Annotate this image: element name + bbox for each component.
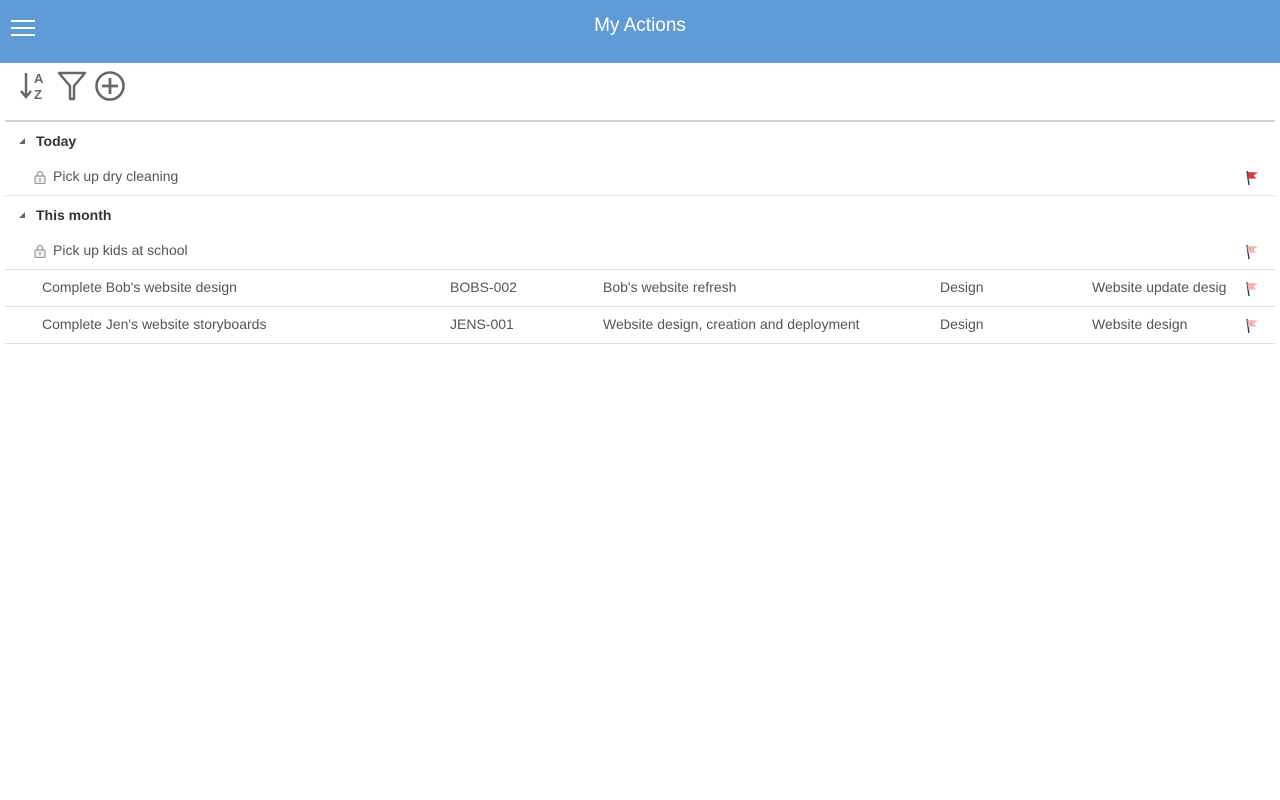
toolbar: A Z [5,63,1275,122]
table-row[interactable]: Complete Bob's website design BOBS-002 B… [5,270,1275,307]
collapse-triangle-icon[interactable] [19,212,25,218]
action-category: Design [940,316,984,332]
sort-az-icon[interactable]: A Z [17,69,51,103]
table-row[interactable]: Complete Jen's website storyboards JENS-… [5,307,1275,344]
page-title: My Actions [594,15,686,36]
action-project: Bob's website refresh [603,279,737,295]
group-label: Today [36,133,77,149]
actions-list: Today Pick up dry cleaning This month Pi… [5,122,1275,344]
flag-cell [1234,307,1275,343]
lock-icon [34,170,46,184]
action-title: Pick up kids at school [53,242,188,258]
action-code: BOBS-002 [450,279,517,295]
svg-text:A: A [34,71,44,86]
filter-icon[interactable] [55,69,89,103]
group-header-this-month[interactable]: This month [5,196,1275,233]
list-item[interactable]: Pick up dry cleaning [5,159,1275,196]
flag-pale-icon[interactable] [1244,281,1260,297]
add-circle-icon[interactable] [93,69,127,103]
action-project: Website design, creation and deployment [603,316,860,332]
flag-cell [1234,233,1275,269]
collapse-triangle-icon[interactable] [19,138,25,144]
action-title: Complete Bob's website design [42,279,237,295]
flag-pale-icon[interactable] [1244,244,1260,260]
list-item[interactable]: Pick up kids at school [5,233,1275,270]
action-task: Website design [1092,316,1188,332]
action-title: Complete Jen's website storyboards [42,316,267,332]
action-task: Website update desig [1092,279,1227,295]
flag-cell [1234,159,1275,195]
top-bar: My Actions [0,0,1280,63]
svg-text:Z: Z [34,87,42,102]
group-header-today[interactable]: Today [5,122,1275,159]
flag-pale-icon[interactable] [1244,318,1260,334]
group-label: This month [36,207,112,223]
flag-cell [1234,270,1275,306]
action-code: JENS-001 [450,316,514,332]
action-category: Design [940,279,984,295]
lock-icon [34,244,46,258]
action-title: Pick up dry cleaning [53,168,179,184]
flag-red-icon[interactable] [1244,170,1260,186]
